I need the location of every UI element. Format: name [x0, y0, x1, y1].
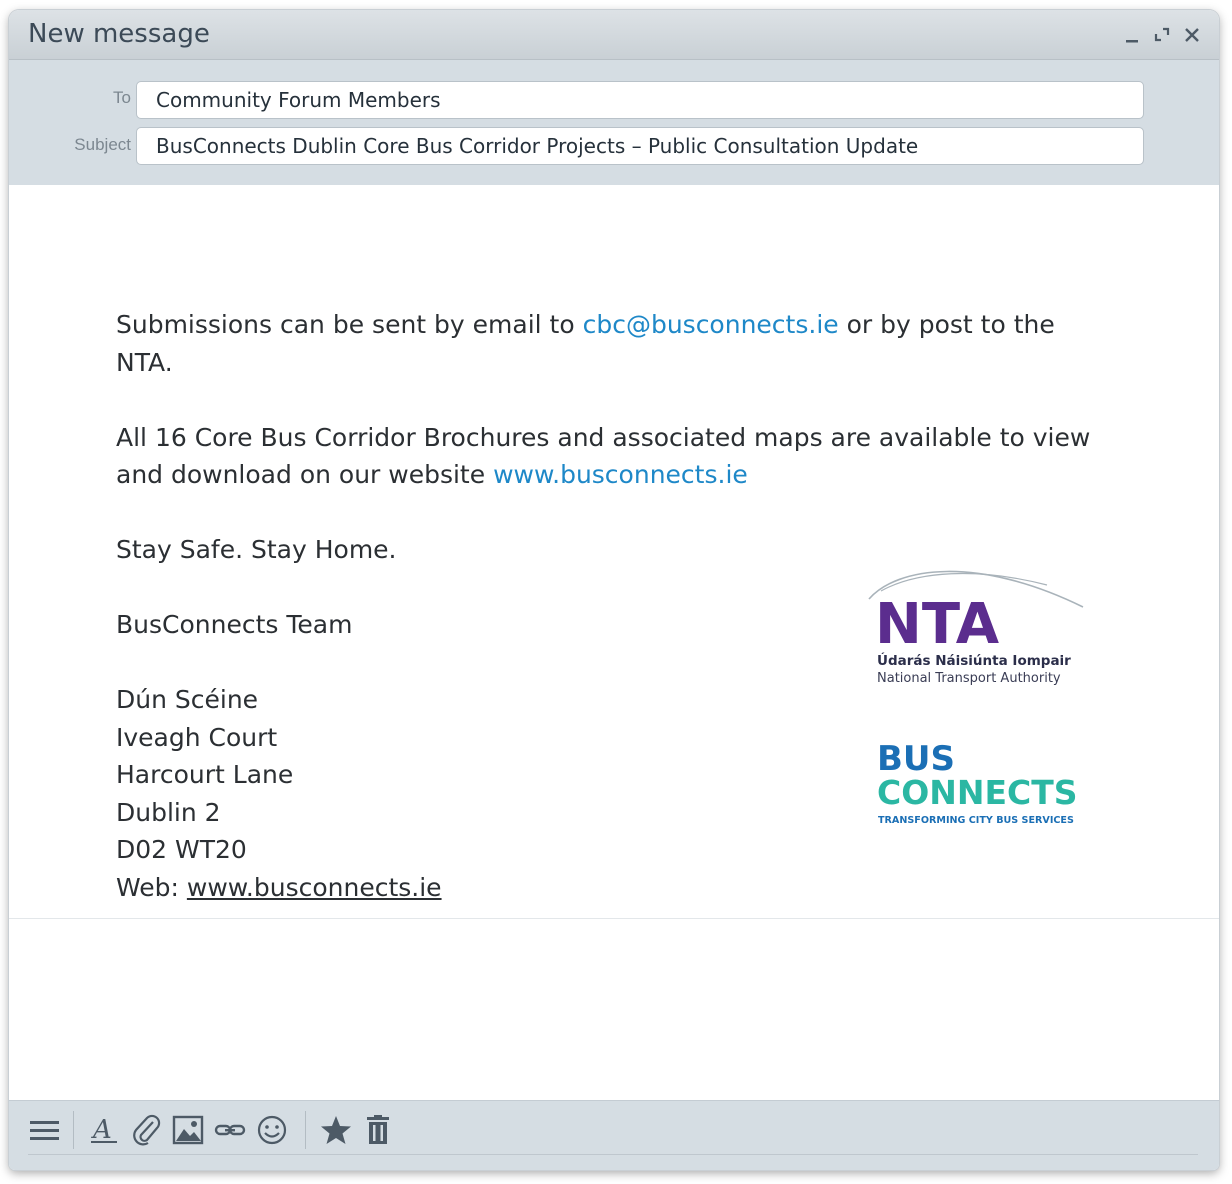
to-field[interactable]: Community Forum Members: [136, 81, 1144, 119]
compose-toolbar: A: [9, 1100, 1219, 1170]
message-body[interactable]: Submissions can be sent by email to cbc@…: [9, 185, 1219, 1100]
web-line: Web: www.busconnects.ie: [116, 869, 1106, 907]
toolbar-baseline: [28, 1154, 1198, 1155]
minimize-icon: [1126, 40, 1138, 43]
divider: [9, 918, 1219, 919]
minimize-button[interactable]: [1121, 22, 1143, 46]
emoji-icon: [257, 1115, 287, 1145]
close-button[interactable]: [1181, 22, 1203, 46]
paragraph-brochures: All 16 Core Bus Corridor Brochures and a…: [116, 419, 1106, 494]
trash-icon: [367, 1115, 389, 1144]
favorite-button[interactable]: [319, 1113, 353, 1147]
toolbar-divider: [305, 1111, 306, 1149]
to-label: To: [113, 88, 131, 107]
busconnects-tagline: TRANSFORMING CITY BUS SERVICES: [878, 815, 1074, 826]
insert-image-button[interactable]: [171, 1113, 205, 1147]
attachment-icon: [133, 1114, 161, 1146]
message-headers: To Community Forum Members Subject BusCo…: [9, 60, 1219, 185]
nta-english-name: National Transport Authority: [877, 671, 1061, 686]
paragraph-submissions: Submissions can be sent by email to cbc@…: [116, 306, 1106, 381]
menu-icon: [30, 1121, 59, 1140]
insert-link-button[interactable]: [213, 1113, 247, 1147]
nta-wordmark: NTA: [875, 592, 1000, 657]
text-span: Submissions can be sent by email to: [116, 310, 583, 339]
window-title: New message: [28, 19, 210, 49]
menu-button[interactable]: [27, 1113, 61, 1147]
website-link[interactable]: www.busconnects.ie: [493, 460, 748, 489]
address-line: D02 WT20: [116, 835, 247, 864]
image-icon: [172, 1115, 204, 1145]
nta-irish-name: Údarás Náisiúnta Iompair: [877, 651, 1071, 669]
title-bar[interactable]: New message: [9, 10, 1219, 60]
close-icon: [1185, 28, 1199, 42]
delete-button[interactable]: [361, 1113, 395, 1147]
expand-button[interactable]: [1151, 22, 1173, 46]
link-icon: [214, 1124, 246, 1136]
emoji-button[interactable]: [255, 1113, 289, 1147]
attach-button[interactable]: [129, 1113, 163, 1147]
email-link[interactable]: cbc@busconnects.ie: [583, 310, 839, 339]
text-format-button[interactable]: A: [87, 1113, 121, 1147]
toolbar-divider: [73, 1111, 74, 1149]
star-icon: [321, 1116, 351, 1144]
svg-text:A: A: [91, 1115, 112, 1145]
subject-label: Subject: [74, 135, 131, 154]
nta-logo: NTA Údarás Náisiúnta Iompair National Tr…: [868, 570, 1084, 686]
web-label: Web:: [116, 872, 187, 902]
expand-icon: [1154, 27, 1170, 42]
busconnects-logo: BUS CONNECTS TRANSFORMING CITY BUS SERVI…: [877, 739, 1078, 826]
subject-field[interactable]: BusConnects Dublin Core Bus Corridor Pro…: [136, 127, 1144, 165]
busconnects-line2: CONNECTS: [877, 773, 1078, 812]
compose-window: New message To Community Forum Members S…: [9, 10, 1219, 1170]
signature-web-link[interactable]: www.busconnects.ie: [187, 873, 442, 902]
text-format-icon: A: [91, 1115, 117, 1145]
